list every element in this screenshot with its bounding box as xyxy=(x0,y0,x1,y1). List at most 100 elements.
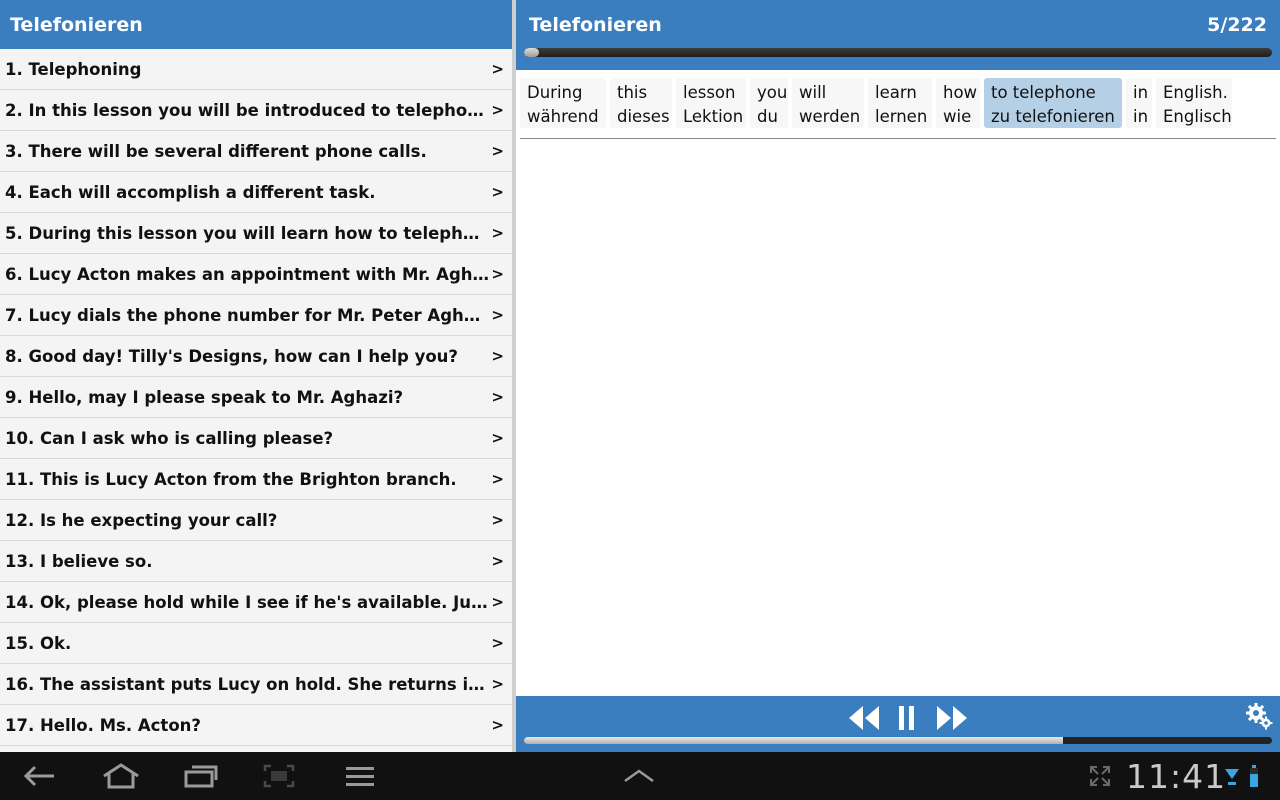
screenshot-button[interactable] xyxy=(262,762,296,790)
word-english: will xyxy=(799,83,827,102)
list-header-title: Telefonieren xyxy=(0,0,512,49)
word-pair[interactable]: lesson Lektion xyxy=(676,78,746,128)
list-item[interactable]: 14. Ok, please hold while I see if he's … xyxy=(0,582,512,623)
pause-icon xyxy=(899,706,914,730)
list-item-label: 3. There will be several different phone… xyxy=(5,141,427,161)
list-item[interactable]: 13. I believe so. > xyxy=(0,541,512,582)
word-english: how xyxy=(943,83,978,102)
list-item-label: 17. Hello. Ms. Acton? xyxy=(5,715,201,735)
playback-progress-bar[interactable] xyxy=(524,737,1272,744)
chevron-right-icon: > xyxy=(491,552,504,570)
chevron-right-icon: > xyxy=(491,634,504,652)
chevron-right-icon: > xyxy=(491,470,504,488)
word-pair[interactable]: in in xyxy=(1126,78,1152,128)
word-german: dieses xyxy=(617,107,670,126)
list-item[interactable]: 12. Is he expecting your call? > xyxy=(0,500,512,541)
word-pair[interactable]: this dieses xyxy=(610,78,672,128)
back-button[interactable] xyxy=(22,762,58,790)
list-item-label: 7. Lucy dials the phone number for Mr. P… xyxy=(5,305,490,325)
word-pair[interactable]: learn lernen xyxy=(868,78,932,128)
word-german: während xyxy=(527,107,599,126)
lesson-progress-fill xyxy=(524,48,539,57)
sentence-list[interactable]: 1. Telephoning >2. In this lesson you wil… xyxy=(0,49,512,746)
list-item[interactable]: 16. The assistant puts Lucy on hold. She… xyxy=(0,664,512,705)
settings-button[interactable] xyxy=(1245,700,1273,732)
system-navigation-bar xyxy=(0,752,1280,800)
word-german: Englisch xyxy=(1163,107,1232,126)
player-controls xyxy=(516,696,1280,752)
chevron-right-icon: > xyxy=(491,347,504,365)
list-item[interactable]: 8. Good day! Tilly's Designs, how can I … xyxy=(0,336,512,377)
list-item-label: 4. Each will accomplish a different task… xyxy=(5,182,376,202)
list-item-label: 12. Is he expecting your call? xyxy=(5,510,278,530)
list-item-label: 10. Can I ask who is calling please? xyxy=(5,428,334,448)
menu-button[interactable] xyxy=(344,762,376,790)
compatibility-zoom-button[interactable] xyxy=(1086,762,1114,790)
gear-icon xyxy=(1246,703,1273,730)
word-german: Lektion xyxy=(683,107,744,126)
chevron-right-icon: > xyxy=(491,511,504,529)
list-item-label: 14. Ok, please hold while I see if he's … xyxy=(5,592,490,612)
rewind-button[interactable] xyxy=(846,702,882,734)
sentence-counter: 5/222 xyxy=(1207,14,1267,36)
battery-status xyxy=(1248,762,1260,790)
chevron-right-icon: > xyxy=(491,60,504,78)
lesson-detail-pane: Telefonieren 5/222 During während this dies… xyxy=(516,0,1280,752)
battery-icon xyxy=(1250,765,1258,787)
chevron-right-icon: > xyxy=(491,183,504,201)
list-item[interactable]: 5. During this lesson you will learn how… xyxy=(0,213,512,254)
list-item[interactable]: 3. There will be several different phone… xyxy=(0,131,512,172)
word-english: English. xyxy=(1163,83,1228,102)
list-item-label: 2. In this lesson you will be introduced… xyxy=(5,100,490,120)
expand-icon xyxy=(1090,766,1110,786)
list-item[interactable]: 6. Lucy Acton makes an appointment with … xyxy=(0,254,512,295)
notifications-toggle[interactable] xyxy=(622,762,656,790)
list-item[interactable]: 9. Hello, may I please speak to Mr. Agha… xyxy=(0,377,512,418)
up-chevron-icon xyxy=(624,769,654,783)
lesson-progress-bar[interactable] xyxy=(524,48,1272,57)
list-item-label: 1. Telephoning xyxy=(5,59,142,79)
list-item[interactable]: 11. This is Lucy Acton from the Brighton… xyxy=(0,459,512,500)
status-clock: 11:41 xyxy=(1126,757,1227,796)
sentence-list-pane: Telefonieren 1. Telephoning >2. In this l… xyxy=(0,0,512,752)
word-pair[interactable]: how wie xyxy=(936,78,980,128)
word-pair[interactable]: English. Englisch xyxy=(1156,78,1232,128)
list-item-label: 13. I believe so. xyxy=(5,551,153,571)
word-pair[interactable]: you du xyxy=(750,78,788,128)
back-icon xyxy=(23,765,54,787)
list-item-label: 5. During this lesson you will learn how… xyxy=(5,223,490,243)
home-icon xyxy=(103,763,139,789)
detail-title: Telefonieren xyxy=(529,14,662,36)
word-pair-active[interactable]: to telephone zu telefonieren xyxy=(984,78,1122,128)
list-item[interactable]: 17. Hello. Ms. Acton? > xyxy=(0,705,512,746)
recent-apps-button[interactable] xyxy=(182,762,220,790)
word-pair[interactable]: During während xyxy=(520,78,606,128)
list-item[interactable]: 4. Each will accomplish a different task… xyxy=(0,172,512,213)
detail-header: Telefonieren 5/222 xyxy=(516,0,1280,70)
list-item-label: 6. Lucy Acton makes an appointment with … xyxy=(5,264,490,284)
list-item[interactable]: 1. Telephoning > xyxy=(0,49,512,90)
recent-apps-icon xyxy=(184,765,218,788)
chevron-right-icon: > xyxy=(491,101,504,119)
fast-forward-button[interactable] xyxy=(934,702,970,734)
chevron-right-icon: > xyxy=(491,306,504,324)
chevron-right-icon: > xyxy=(491,429,504,447)
chevron-right-icon: > xyxy=(491,675,504,693)
list-item[interactable]: 2. In this lesson you will be introduced… xyxy=(0,90,512,131)
chevron-right-icon: > xyxy=(491,265,504,283)
pause-button[interactable] xyxy=(896,702,918,734)
word-pair[interactable]: will werden xyxy=(792,78,864,128)
list-item[interactable]: 10. Can I ask who is calling please? > xyxy=(0,418,512,459)
wifi-status xyxy=(1224,762,1240,790)
word-english: lesson xyxy=(683,83,736,102)
word-german: du xyxy=(757,107,778,126)
playback-progress-fill xyxy=(524,737,1063,744)
word-english: in xyxy=(1133,83,1149,102)
list-item[interactable]: 7. Lucy dials the phone number for Mr. P… xyxy=(0,295,512,336)
word-english: you xyxy=(757,83,788,102)
home-button[interactable] xyxy=(100,762,142,790)
word-german: wie xyxy=(943,107,972,126)
list-item-label: 9. Hello, may I please speak to Mr. Agha… xyxy=(5,387,404,407)
chevron-right-icon: > xyxy=(491,388,504,406)
list-item[interactable]: 15. Ok. > xyxy=(0,623,512,664)
